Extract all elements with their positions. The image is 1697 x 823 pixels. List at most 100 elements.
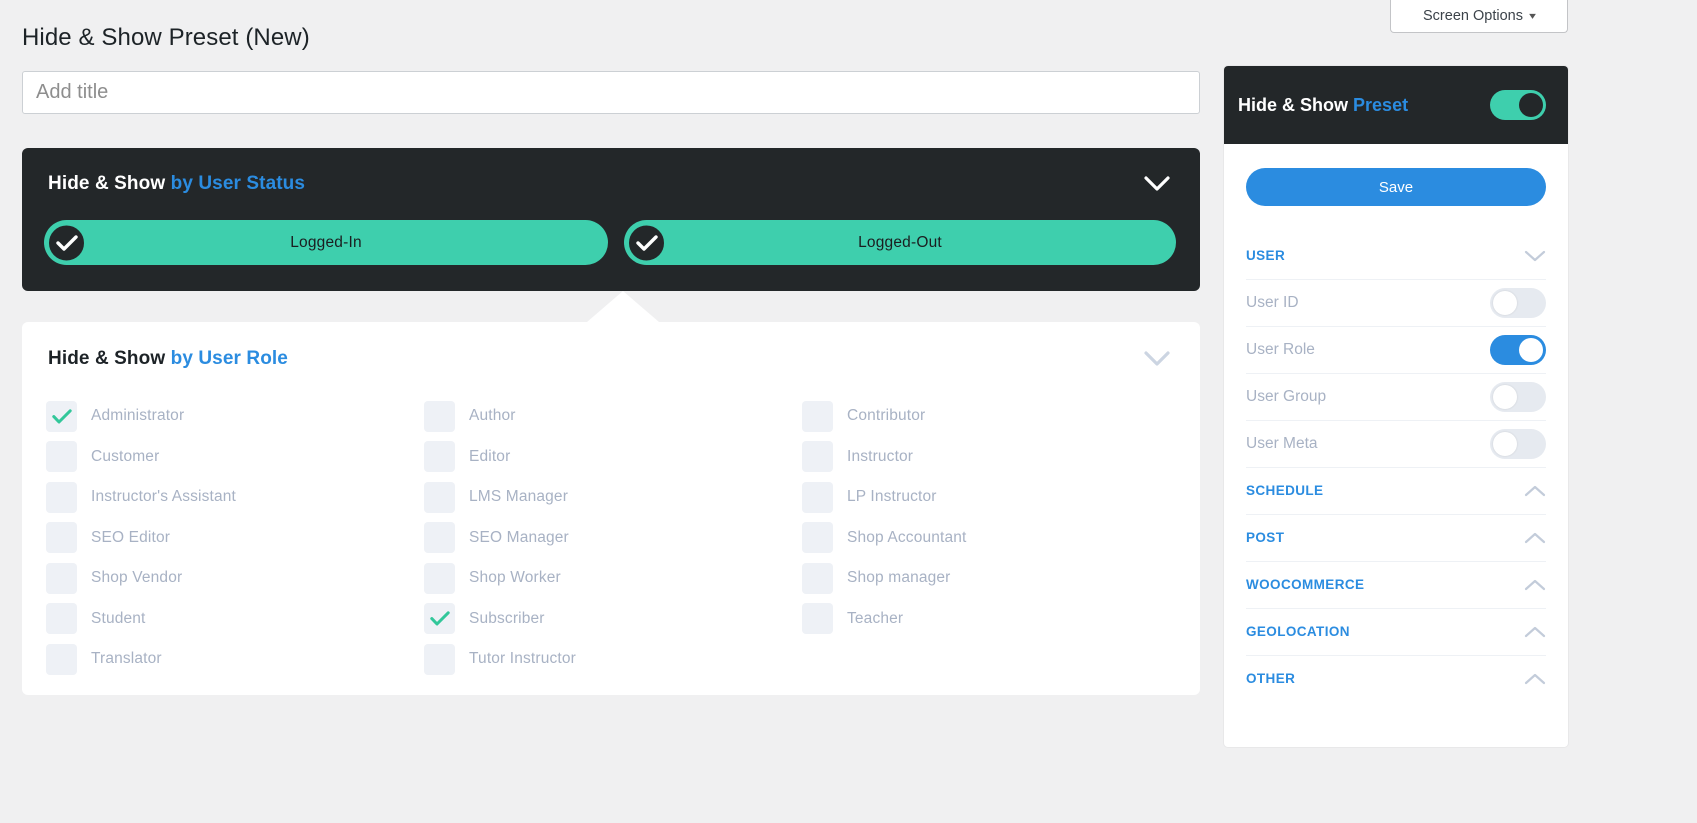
user-role-heading-main: Hide & Show — [48, 348, 166, 369]
checkbox-unchecked-icon[interactable] — [46, 562, 77, 594]
checkbox-unchecked-icon[interactable] — [802, 562, 833, 594]
chevron-up-icon[interactable] — [1524, 532, 1546, 544]
role-checkbox-item[interactable]: Teacher — [802, 599, 1180, 640]
toggle-switch[interactable] — [1490, 382, 1546, 412]
checkbox-unchecked-icon[interactable] — [802, 481, 833, 513]
user-role-heading: Hide & Show by User Role — [48, 348, 288, 370]
role-label: Shop manager — [847, 569, 951, 587]
sidebar-section-user[interactable]: USER — [1246, 232, 1546, 279]
checkbox-unchecked-icon[interactable] — [802, 400, 833, 432]
checkbox-unchecked-icon[interactable] — [46, 522, 77, 554]
role-checkbox-item[interactable]: Instructor's Assistant — [46, 477, 424, 518]
checkbox-unchecked-icon[interactable] — [802, 603, 833, 635]
chevron-down-icon[interactable] — [1524, 250, 1546, 262]
sidebar-item-user-role[interactable]: User Role — [1246, 326, 1546, 373]
sidebar-row-label: User ID — [1246, 294, 1299, 312]
role-label: Editor — [469, 447, 511, 465]
user-status-heading: Hide & Show by User Status — [48, 173, 305, 195]
role-label: Instructor's Assistant — [91, 488, 236, 506]
preset-sidebar-header: Hide & Show Preset — [1224, 66, 1568, 144]
chevron-up-icon[interactable] — [1524, 485, 1546, 497]
checkbox-unchecked-icon[interactable] — [424, 441, 455, 473]
sidebar-item-user-meta[interactable]: User Meta — [1246, 420, 1546, 467]
sidebar-section-schedule[interactable]: SCHEDULE — [1246, 467, 1546, 514]
role-checkbox-item[interactable]: Shop Worker — [424, 558, 802, 599]
toggle-switch[interactable] — [1490, 429, 1546, 459]
role-checkbox-item[interactable]: LP Instructor — [802, 477, 1180, 518]
role-checkbox-item[interactable]: Instructor — [802, 437, 1180, 478]
card-pointer-triangle — [587, 291, 659, 322]
sidebar-row-label: GEOLOCATION — [1246, 624, 1350, 640]
checkbox-unchecked-icon[interactable] — [424, 522, 455, 554]
sidebar-row-label: USER — [1246, 247, 1286, 263]
page-title: Hide & Show Preset (New) — [22, 24, 310, 51]
role-label: LP Instructor — [847, 488, 937, 506]
role-checkbox-item[interactable]: Student — [46, 599, 424, 640]
sidebar-row-label: SCHEDULE — [1246, 483, 1324, 499]
toggle-switch[interactable] — [1490, 288, 1546, 318]
checkbox-unchecked-icon[interactable] — [424, 400, 455, 432]
sidebar-section-other[interactable]: OTHER — [1246, 655, 1546, 702]
checkbox-unchecked-icon[interactable] — [46, 643, 77, 675]
role-label: Subscriber — [469, 609, 545, 627]
checkbox-unchecked-icon[interactable] — [424, 562, 455, 594]
status-option-logged-in[interactable]: Logged-In — [44, 220, 608, 265]
checkbox-checked-icon[interactable] — [424, 603, 455, 635]
page-root: Screen Options ▾ Hide & Show Preset (New… — [0, 0, 1697, 823]
chevron-down-icon[interactable] — [1144, 351, 1170, 367]
role-checkbox-item[interactable]: Contributor — [802, 396, 1180, 437]
sidebar-row-label: User Role — [1246, 341, 1315, 359]
checkbox-unchecked-icon[interactable] — [46, 481, 77, 513]
role-checkbox-item[interactable]: Shop Accountant — [802, 518, 1180, 559]
save-button[interactable]: Save — [1246, 168, 1546, 206]
role-label: SEO Manager — [469, 528, 569, 546]
sidebar-row-label: POST — [1246, 530, 1285, 546]
checkbox-unchecked-icon[interactable] — [424, 643, 455, 675]
toggle-knob — [1493, 432, 1517, 456]
checkbox-unchecked-icon[interactable] — [46, 603, 77, 635]
role-label: Teacher — [847, 609, 904, 627]
user-status-options: Logged-In Logged-Out — [22, 220, 1200, 265]
title-input[interactable] — [22, 71, 1200, 114]
role-checkbox-item[interactable]: Customer — [46, 437, 424, 478]
role-checkbox-item[interactable]: Shop manager — [802, 558, 1180, 599]
status-option-logged-out[interactable]: Logged-Out — [624, 220, 1176, 265]
role-checkbox-item[interactable]: Translator — [46, 639, 424, 680]
chevron-up-icon[interactable] — [1524, 673, 1546, 685]
user-role-header: Hide & Show by User Role — [22, 322, 1200, 396]
sidebar-section-woocommerce[interactable]: WOOCOMMERCE — [1246, 561, 1546, 608]
sidebar-section-post[interactable]: POST — [1246, 514, 1546, 561]
preset-master-toggle[interactable] — [1490, 90, 1546, 120]
sidebar-item-user-id[interactable]: User ID — [1246, 279, 1546, 326]
checkbox-checked-icon[interactable] — [46, 400, 77, 432]
role-checkbox-item[interactable]: SEO Manager — [424, 518, 802, 559]
user-status-header: Hide & Show by User Status — [22, 148, 1200, 220]
checkbox-unchecked-icon[interactable] — [802, 441, 833, 473]
sidebar-item-user-group[interactable]: User Group — [1246, 373, 1546, 420]
role-checkbox-item[interactable]: Tutor Instructor — [424, 639, 802, 680]
chevron-up-icon[interactable] — [1524, 626, 1546, 638]
chevron-down-icon[interactable] — [1144, 176, 1170, 192]
role-checkbox-item[interactable]: LMS Manager — [424, 477, 802, 518]
role-checkbox-item[interactable]: Shop Vendor — [46, 558, 424, 599]
sidebar-section-geolocation[interactable]: GEOLOCATION — [1246, 608, 1546, 655]
role-label: Shop Accountant — [847, 528, 967, 546]
user-status-heading-accent: by User Status — [170, 173, 306, 194]
role-checkbox-item[interactable]: Editor — [424, 437, 802, 478]
title-input-wrapper — [22, 71, 1200, 114]
role-checkbox-item[interactable]: Author — [424, 396, 802, 437]
preset-sidebar: Hide & Show Preset Save USER User ID User … — [1224, 66, 1568, 747]
role-checkbox-item[interactable]: Administrator — [46, 396, 424, 437]
role-checkbox-item[interactable]: Subscriber — [424, 599, 802, 640]
role-label: SEO Editor — [91, 528, 171, 546]
role-checkbox-item[interactable]: SEO Editor — [46, 518, 424, 559]
check-circle-icon — [47, 223, 86, 262]
toggle-switch[interactable] — [1490, 335, 1546, 365]
user-role-heading-accent: by User Role — [170, 348, 288, 369]
checkbox-unchecked-icon[interactable] — [46, 441, 77, 473]
screen-options-button[interactable]: Screen Options ▾ — [1390, 0, 1568, 33]
preset-sidebar-body: Save USER User ID User Role User Group User … — [1224, 168, 1568, 702]
checkbox-unchecked-icon[interactable] — [424, 481, 455, 513]
chevron-up-icon[interactable] — [1524, 579, 1546, 591]
checkbox-unchecked-icon[interactable] — [802, 522, 833, 554]
